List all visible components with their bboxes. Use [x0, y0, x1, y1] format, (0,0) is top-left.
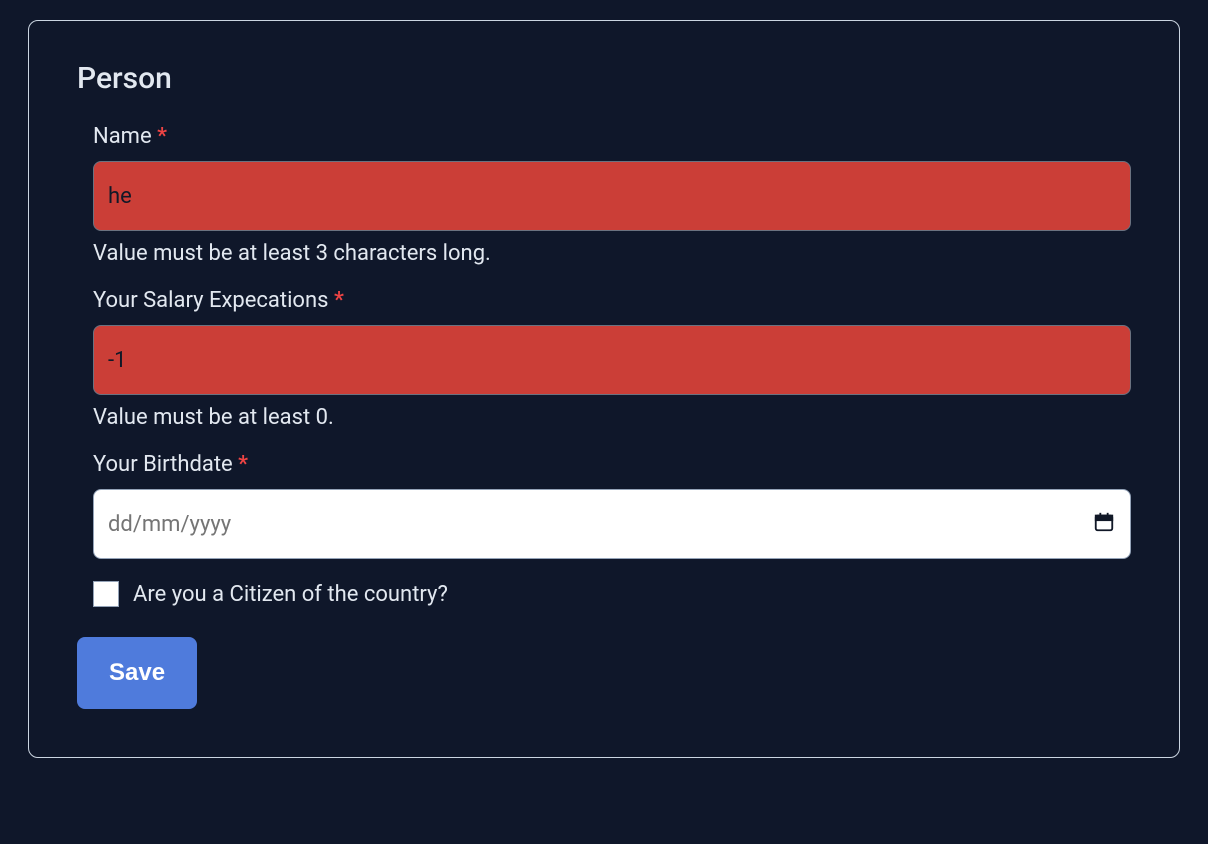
required-mark: *: [238, 452, 248, 477]
name-field-group: Name * Value must be at least 3 characte…: [93, 124, 1131, 266]
save-button[interactable]: Save: [77, 637, 197, 709]
required-mark: *: [157, 124, 167, 149]
birthdate-label-text: Your Birthdate: [93, 452, 233, 477]
required-mark: *: [334, 288, 344, 313]
name-label: Name *: [93, 124, 1131, 149]
birthdate-label: Your Birthdate *: [93, 452, 1131, 477]
form-body: Name * Value must be at least 3 characte…: [77, 124, 1131, 709]
citizen-label: Are you a Citizen of the country?: [133, 582, 448, 607]
person-form-panel: Person Name * Value must be at least 3 c…: [28, 20, 1180, 758]
salary-input[interactable]: [93, 325, 1131, 395]
citizen-checkbox[interactable]: [93, 581, 119, 607]
form-title: Person: [77, 61, 1131, 96]
salary-label-text: Your Salary Expecations: [93, 288, 328, 313]
name-input[interactable]: [93, 161, 1131, 231]
name-error: Value must be at least 3 characters long…: [93, 241, 1131, 266]
citizen-field-group: Are you a Citizen of the country?: [93, 581, 1131, 607]
birthdate-input-wrap: [93, 489, 1131, 559]
name-label-text: Name: [93, 124, 152, 149]
birthdate-field-group: Your Birthdate *: [93, 452, 1131, 559]
birthdate-input[interactable]: [93, 489, 1131, 559]
salary-field-group: Your Salary Expecations * Value must be …: [93, 288, 1131, 430]
salary-label: Your Salary Expecations *: [93, 288, 1131, 313]
salary-error: Value must be at least 0.: [93, 405, 1131, 430]
